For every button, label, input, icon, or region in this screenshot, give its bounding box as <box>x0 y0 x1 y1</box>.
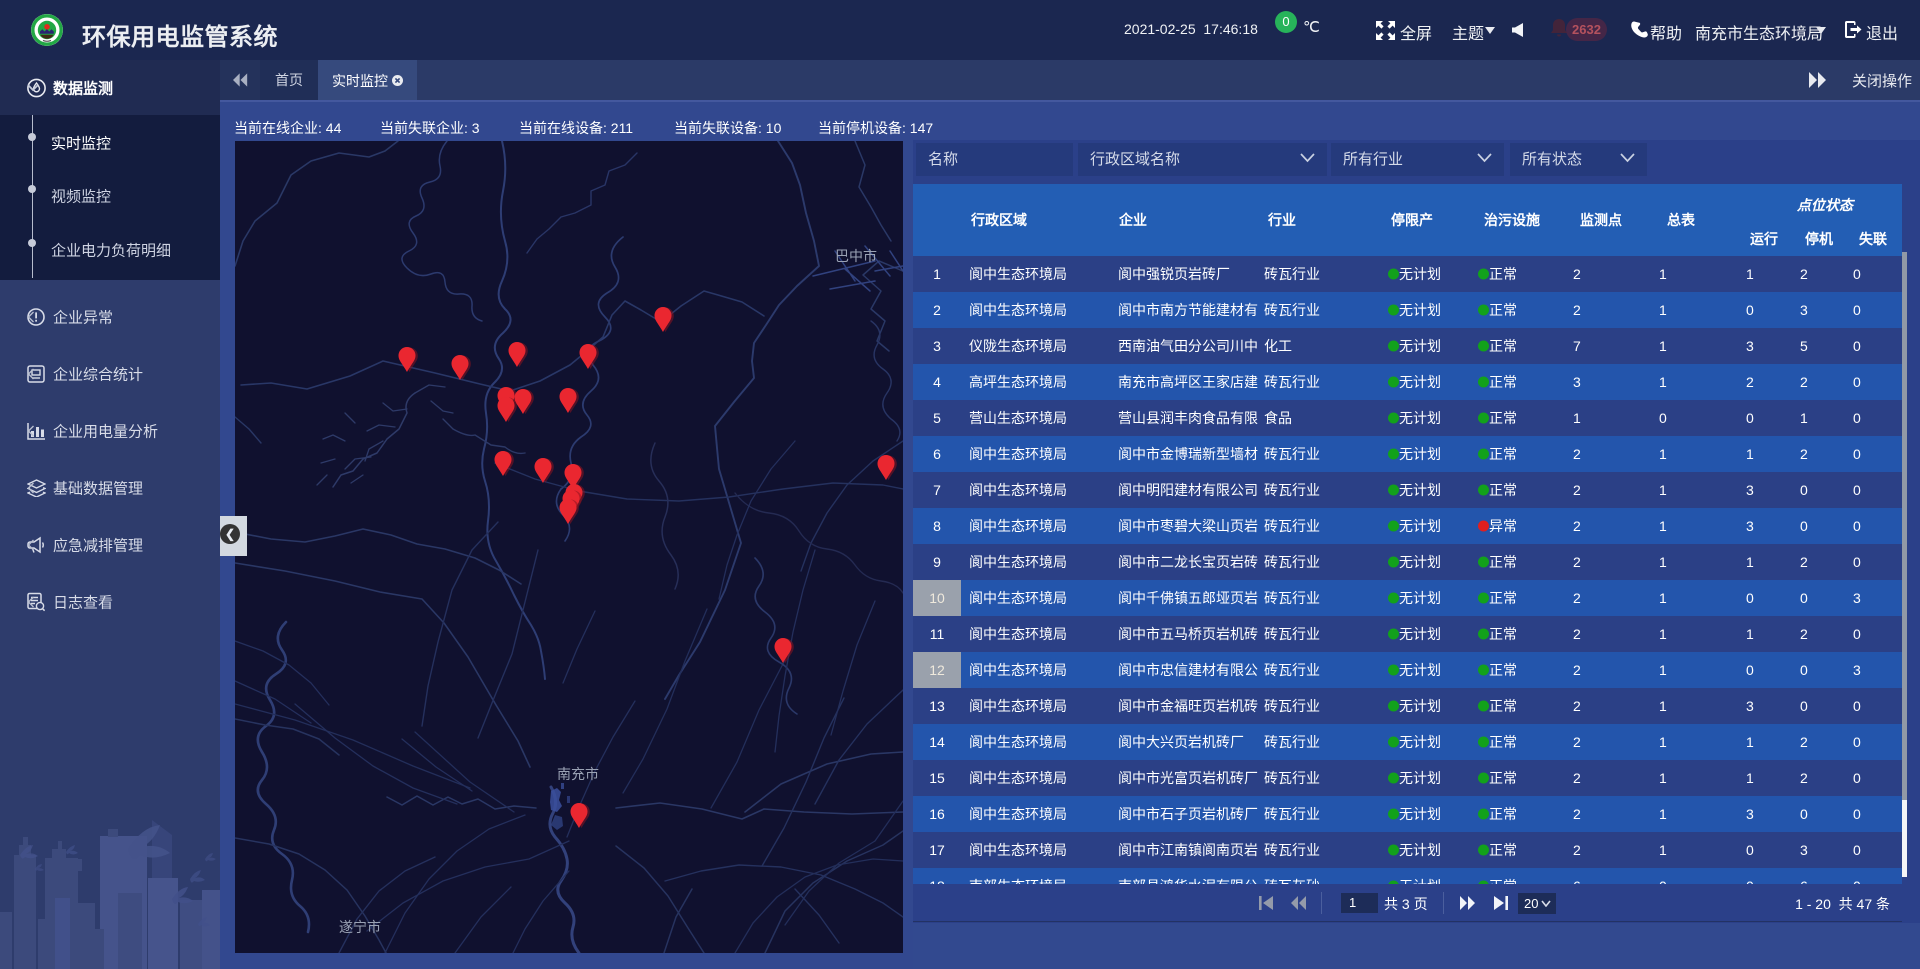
svg-text:巴中市: 巴中市 <box>835 248 877 264</box>
svg-text:南充市: 南充市 <box>557 766 599 782</box>
svg-text:遂宁市: 遂宁市 <box>339 919 381 935</box>
